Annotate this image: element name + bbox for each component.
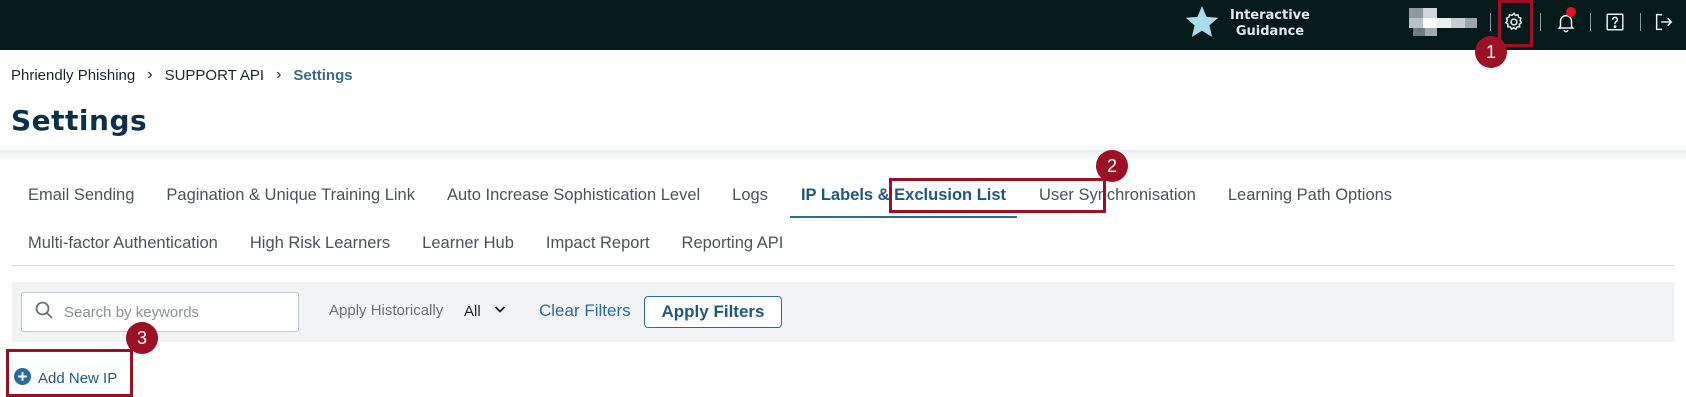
breadcrumb: Phriendly Phishing › SUPPORT API › Setti… bbox=[11, 66, 353, 84]
add-new-ip-label: Add New IP bbox=[38, 370, 118, 387]
tab-logs[interactable]: Logs bbox=[716, 186, 784, 205]
gear-icon[interactable] bbox=[1502, 10, 1526, 34]
breadcrumb-item-phriendly-phishing[interactable]: Phriendly Phishing bbox=[11, 67, 135, 84]
logout-icon[interactable] bbox=[1652, 10, 1676, 34]
top-navigation-bar: Interactive Guidance bbox=[0, 0, 1686, 50]
interactive-guidance-line1: Interactive bbox=[1230, 8, 1310, 23]
search-box[interactable] bbox=[21, 292, 299, 332]
tab-learning-path-options[interactable]: Learning Path Options bbox=[1212, 186, 1408, 205]
page-title: Settings bbox=[11, 104, 148, 137]
apply-historically-select[interactable]: All bbox=[464, 302, 507, 320]
apply-filters-button[interactable]: Apply Filters bbox=[644, 296, 782, 328]
tab-multi-factor-authentication[interactable]: Multi-factor Authentication bbox=[12, 234, 234, 253]
tab-pagination-unique-training-link[interactable]: Pagination & Unique Training Link bbox=[150, 186, 431, 205]
tab-user-synchronisation[interactable]: User Synchronisation bbox=[1023, 186, 1212, 205]
apply-historically-value: All bbox=[464, 302, 481, 320]
tab-learner-hub[interactable]: Learner Hub bbox=[406, 234, 530, 253]
tab-reporting-api[interactable]: Reporting API bbox=[666, 234, 800, 253]
tab-auto-increase-sophistication-level[interactable]: Auto Increase Sophistication Level bbox=[431, 186, 716, 205]
add-new-ip-button[interactable]: Add New IP bbox=[13, 367, 117, 390]
notification-dot bbox=[1566, 7, 1576, 17]
interactive-guidance-line2: Guidance bbox=[1235, 24, 1305, 39]
interactive-guidance-label: Interactive Guidance bbox=[1229, 8, 1311, 40]
settings-tabs-row-1: Email Sending Pagination & Unique Traini… bbox=[12, 186, 1408, 218]
apply-historically-label: Apply Historically bbox=[329, 302, 444, 319]
filter-bar: Apply Historically All Clear Filters App… bbox=[12, 282, 1674, 342]
header-shadow bbox=[0, 150, 1686, 160]
divider bbox=[1640, 13, 1641, 31]
divider bbox=[1490, 13, 1491, 31]
annotation-badge-2: 2 bbox=[1096, 150, 1128, 182]
breadcrumb-item-support-api[interactable]: SUPPORT API bbox=[165, 67, 265, 84]
divider bbox=[1590, 13, 1591, 31]
annotation-badge-3: 3 bbox=[126, 322, 158, 354]
interactive-guidance-button[interactable]: Interactive Guidance bbox=[1183, 4, 1311, 44]
search-icon bbox=[34, 300, 54, 324]
settings-tabs-row-2: Multi-factor Authentication High Risk Le… bbox=[12, 234, 799, 253]
help-icon[interactable] bbox=[1603, 10, 1627, 34]
breadcrumb-current: Settings bbox=[293, 66, 353, 84]
tab-high-risk-learners[interactable]: High Risk Learners bbox=[234, 234, 406, 253]
search-input[interactable] bbox=[64, 303, 284, 321]
tab-email-sending[interactable]: Email Sending bbox=[12, 186, 150, 205]
star-icon bbox=[1183, 3, 1221, 45]
plus-circle-icon bbox=[13, 367, 38, 390]
tabs-divider bbox=[12, 265, 1674, 266]
chevron-right-icon: › bbox=[276, 66, 282, 83]
chevron-right-icon: › bbox=[147, 66, 153, 83]
tab-impact-report[interactable]: Impact Report bbox=[530, 234, 666, 253]
user-avatar[interactable] bbox=[1409, 8, 1481, 36]
chevron-down-icon bbox=[481, 302, 507, 320]
divider bbox=[1540, 13, 1541, 31]
clear-filters-button[interactable]: Clear Filters bbox=[539, 301, 631, 321]
annotation-badge-1: 1 bbox=[1475, 36, 1507, 68]
tab-ip-labels-exclusion-list[interactable]: IP Labels & Exclusion List bbox=[789, 186, 1018, 218]
